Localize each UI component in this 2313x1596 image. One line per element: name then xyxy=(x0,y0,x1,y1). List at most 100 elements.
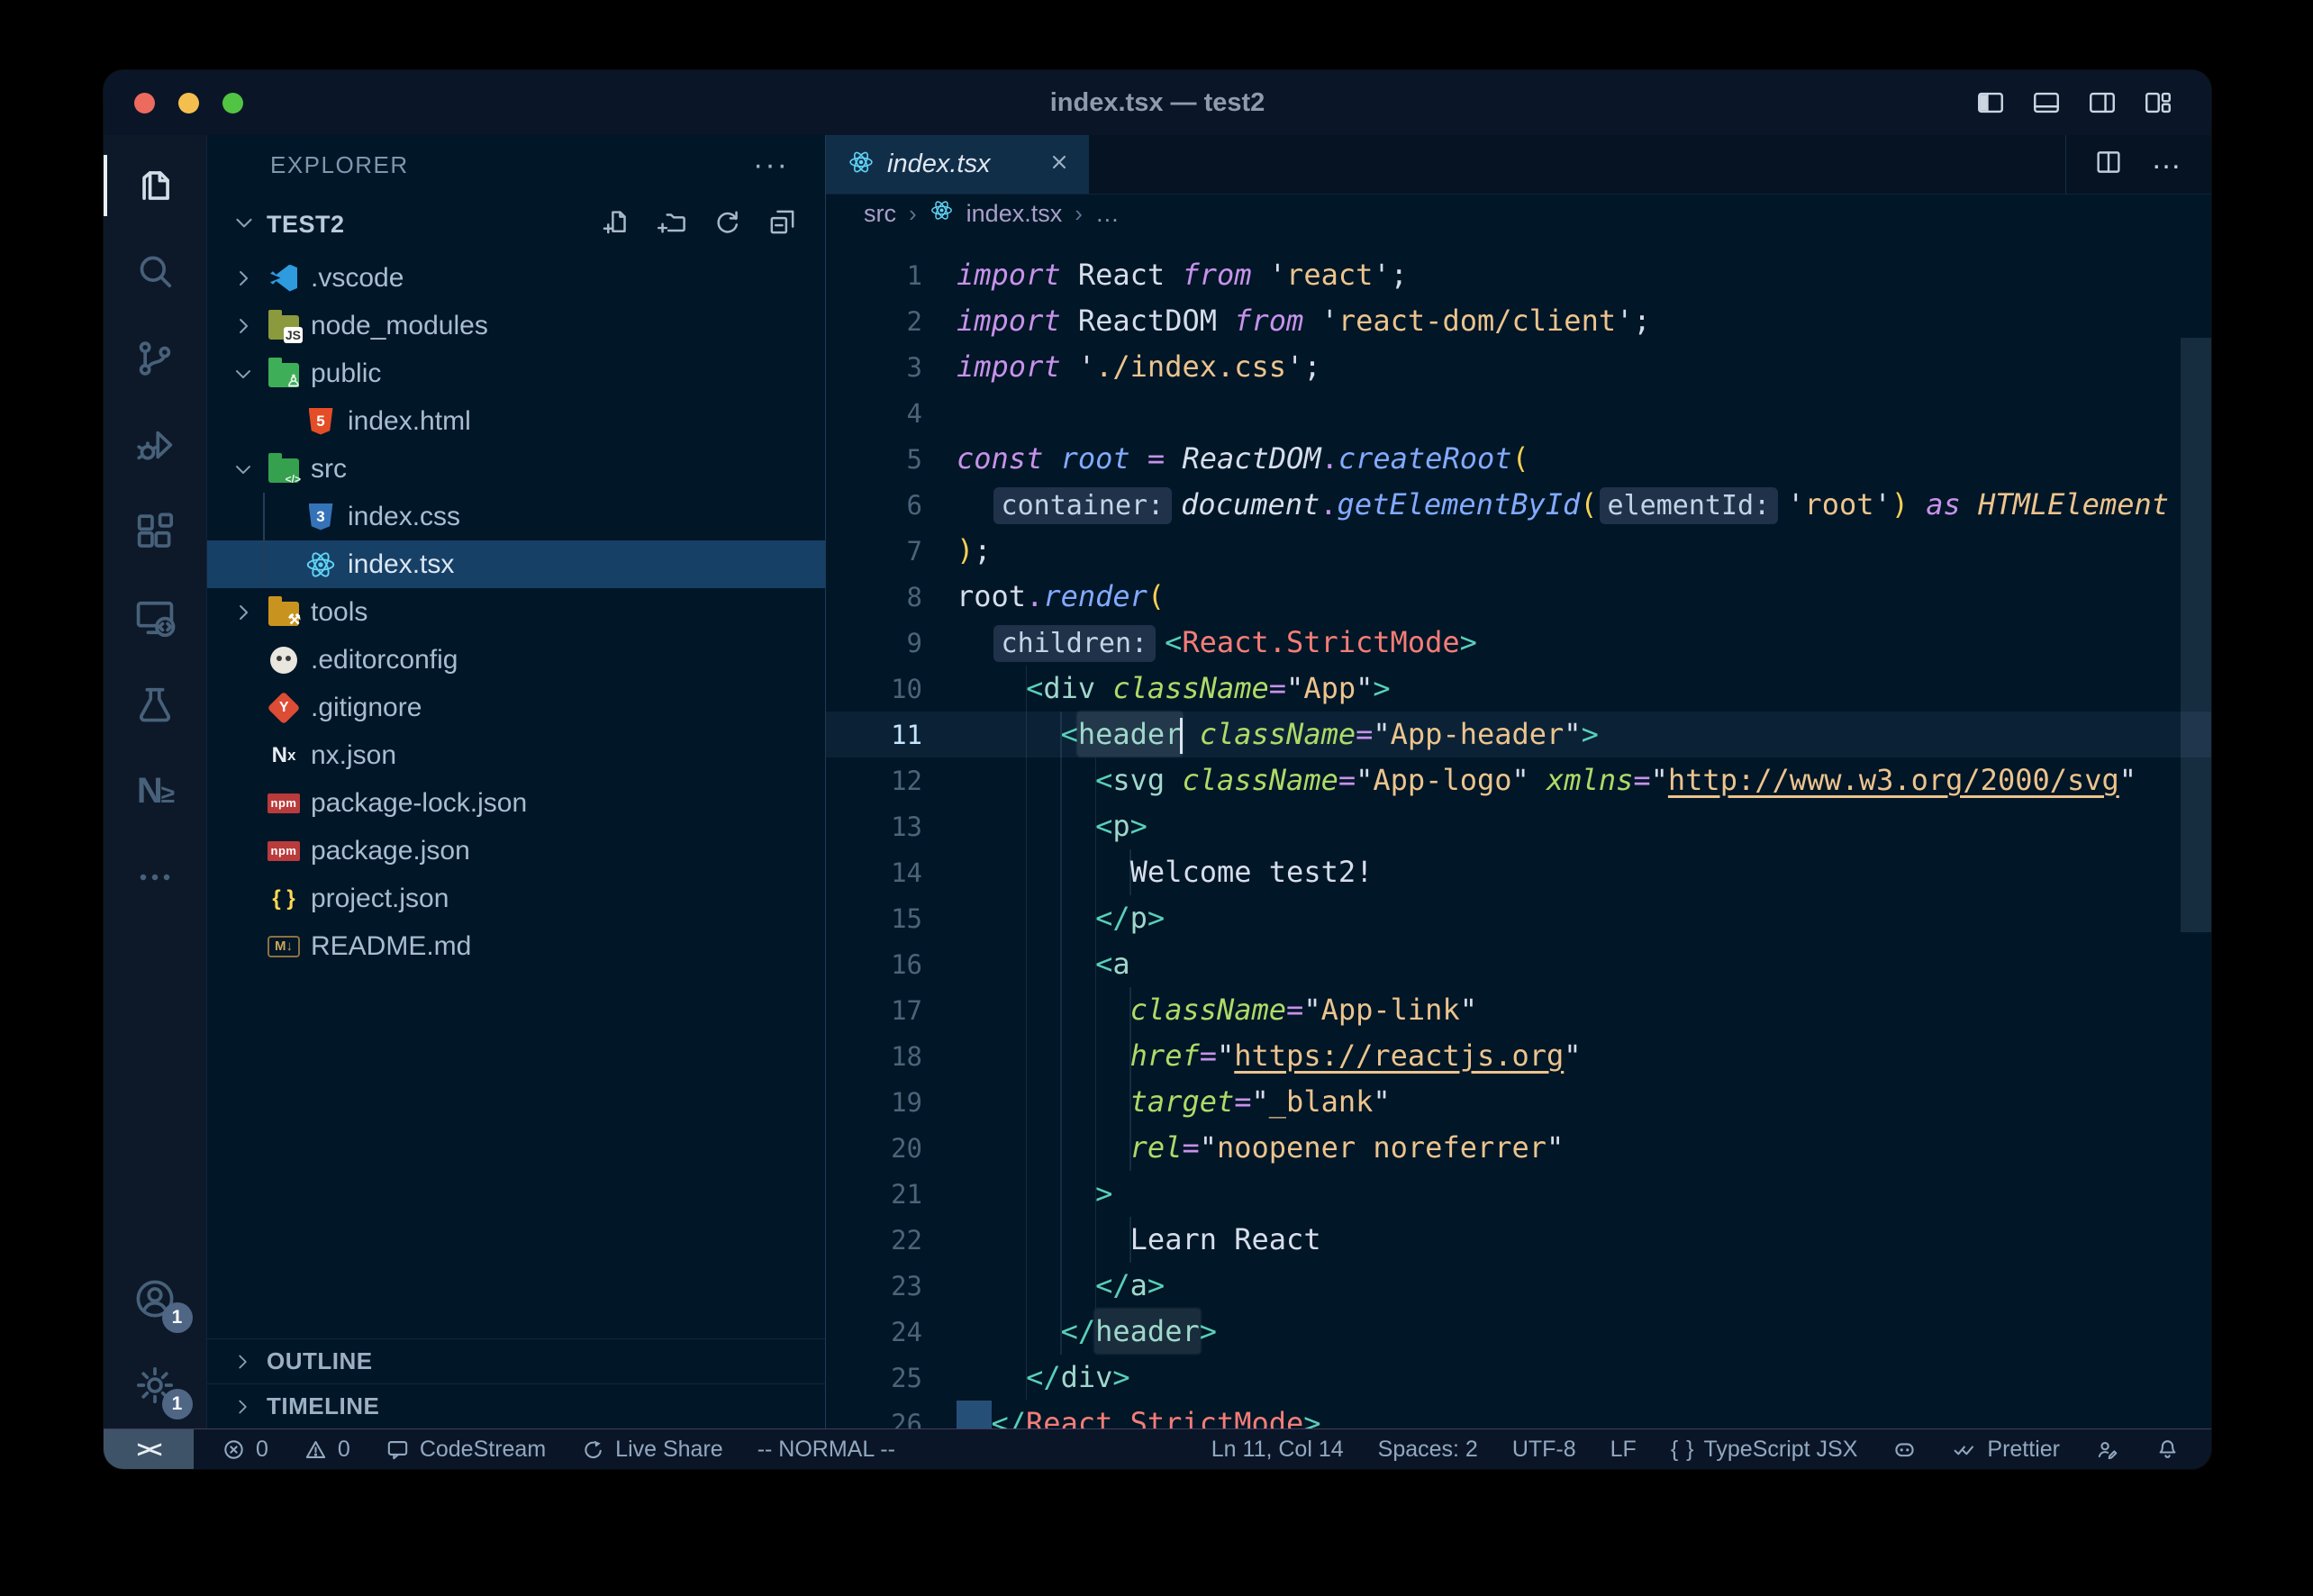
activity-accounts-icon[interactable]: 1 xyxy=(104,1256,207,1342)
line-number[interactable]: 7 xyxy=(826,536,957,567)
line-number[interactable]: 11 xyxy=(826,720,957,750)
close-tab-icon[interactable] xyxy=(1048,150,1071,178)
status-vim-mode[interactable]: -- NORMAL -- xyxy=(757,1437,895,1463)
line-number[interactable]: 18 xyxy=(826,1041,957,1072)
refresh-button[interactable] xyxy=(712,206,743,242)
activity-settings-icon[interactable]: 1 xyxy=(104,1342,207,1428)
status-eol[interactable]: LF xyxy=(1610,1437,1637,1463)
status-copilot[interactable] xyxy=(1891,1437,1918,1463)
status-warnings[interactable]: 0 xyxy=(303,1437,350,1463)
split-editor-icon[interactable] xyxy=(2093,147,2124,182)
tree-item-readme-md[interactable]: M↓README.md xyxy=(207,922,825,970)
line-number[interactable]: 6 xyxy=(826,490,957,521)
line-number[interactable]: 23 xyxy=(826,1271,957,1301)
line-number[interactable]: 17 xyxy=(826,995,957,1026)
more-actions-icon[interactable]: … xyxy=(2151,159,2184,171)
tree-item-index-html[interactable]: 5index.html xyxy=(207,397,825,445)
layout-sidebar-right-icon[interactable] xyxy=(2087,87,2118,118)
editor-scrollbar[interactable] xyxy=(2181,338,2211,932)
line-number[interactable]: 3 xyxy=(826,352,957,383)
activity-extensions-icon[interactable] xyxy=(104,488,207,575)
tree-item--vscode[interactable]: .vscode xyxy=(207,254,825,302)
close-window-button[interactable] xyxy=(134,93,155,113)
layout-sidebar-left-icon[interactable] xyxy=(1975,87,2006,118)
code-line-1[interactable]: 1import React from 'react'; xyxy=(826,252,2211,298)
tree-item-nx-json[interactable]: Nxnx.json xyxy=(207,731,825,779)
tree-item-package-lock-json[interactable]: npmpackage-lock.json xyxy=(207,779,825,827)
code-line-19[interactable]: 19 target="_blank" xyxy=(826,1079,2211,1125)
line-number[interactable]: 26 xyxy=(826,1409,957,1429)
code-line-13[interactable]: 13 <p> xyxy=(826,803,2211,849)
breadcrumb-item[interactable]: src xyxy=(864,200,896,228)
line-number[interactable]: 9 xyxy=(826,628,957,658)
breadcrumb-item[interactable]: … xyxy=(1095,200,1120,228)
workspace-section-header[interactable]: TEST2 xyxy=(207,195,825,254)
tree-item-index-css[interactable]: 3index.css xyxy=(207,493,825,540)
status-language-mode[interactable]: { }TypeScript JSX xyxy=(1671,1437,1858,1463)
tree-item-src[interactable]: </>src xyxy=(207,445,825,493)
activity-run-debug-icon[interactable] xyxy=(104,402,207,488)
line-number[interactable]: 1 xyxy=(826,260,957,291)
code-line-5[interactable]: 5const root = ReactDOM.createRoot( xyxy=(826,436,2211,482)
code-line-24[interactable]: 24 </header> xyxy=(826,1309,2211,1355)
collapse-button[interactable] xyxy=(766,206,798,242)
line-number[interactable]: 4 xyxy=(826,398,957,429)
line-number[interactable]: 19 xyxy=(826,1087,957,1118)
status-feedback[interactable] xyxy=(2094,1437,2120,1463)
line-number[interactable]: 20 xyxy=(826,1133,957,1164)
code-line-3[interactable]: 3import './index.css'; xyxy=(826,344,2211,390)
code-line-20[interactable]: 20 rel="noopener noreferrer" xyxy=(826,1125,2211,1171)
tree-item--gitignore[interactable]: Y.gitignore xyxy=(207,684,825,731)
tree-item-node-modules[interactable]: JSnode_modules xyxy=(207,302,825,349)
line-number[interactable]: 2 xyxy=(826,306,957,337)
code-line-17[interactable]: 17 className="App-link" xyxy=(826,987,2211,1033)
status-live-share[interactable]: Live Share xyxy=(580,1437,723,1463)
layout-panel-icon[interactable] xyxy=(2031,87,2062,118)
status-errors[interactable]: 0 xyxy=(221,1437,268,1463)
activity-explorer-icon[interactable] xyxy=(104,142,207,229)
status-cursor-position[interactable]: Ln 11, Col 14 xyxy=(1211,1437,1344,1463)
line-number[interactable]: 10 xyxy=(826,674,957,704)
code-line-6[interactable]: 6 container:document.getElementById(elem… xyxy=(826,482,2211,528)
code-line-26[interactable]: 26</React.StrictMode> xyxy=(826,1401,2211,1428)
minimize-window-button[interactable] xyxy=(178,93,199,113)
code-line-15[interactable]: 15 </p> xyxy=(826,895,2211,941)
new-folder-button[interactable] xyxy=(657,206,688,242)
code-line-4[interactable]: 4 xyxy=(826,390,2211,436)
activity-remote-explorer-icon[interactable] xyxy=(104,575,207,661)
line-number[interactable]: 12 xyxy=(826,766,957,796)
code-line-16[interactable]: 16 <a xyxy=(826,941,2211,987)
code-line-23[interactable]: 23 </a> xyxy=(826,1263,2211,1309)
breadcrumb-item[interactable]: index.tsx xyxy=(966,200,1063,228)
code-line-10[interactable]: 10 <div className="App"> xyxy=(826,666,2211,712)
tree-item-project-json[interactable]: { }project.json xyxy=(207,875,825,922)
code-line-21[interactable]: 21 > xyxy=(826,1171,2211,1217)
explorer-more-actions-icon[interactable]: ··· xyxy=(753,148,789,183)
line-number[interactable]: 8 xyxy=(826,582,957,612)
line-number[interactable]: 13 xyxy=(826,812,957,842)
code-line-12[interactable]: 12 <svg className="App-logo" xmlns="http… xyxy=(826,757,2211,803)
tree-item-package-json[interactable]: npmpackage.json xyxy=(207,827,825,875)
tree-item-public[interactable]: ♙public xyxy=(207,349,825,397)
code-line-25[interactable]: 25 </div> xyxy=(826,1355,2211,1401)
code-line-8[interactable]: 8root.render( xyxy=(826,574,2211,620)
activity-nx-console-icon[interactable]: N≥ xyxy=(104,748,207,834)
code-line-14[interactable]: 14 Welcome test2! xyxy=(826,849,2211,895)
panel-outline[interactable]: OUTLINE xyxy=(207,1338,825,1383)
activity-more-icon[interactable] xyxy=(104,834,207,920)
code-line-18[interactable]: 18 href="https://reactjs.org" xyxy=(826,1033,2211,1079)
code-line-2[interactable]: 2import ReactDOM from 'react-dom/client'… xyxy=(826,298,2211,344)
layout-grid-icon[interactable] xyxy=(2143,87,2173,118)
line-number[interactable]: 5 xyxy=(826,444,957,475)
code-line-9[interactable]: 9 children:<React.StrictMode> xyxy=(826,620,2211,666)
line-number[interactable]: 22 xyxy=(826,1225,957,1256)
code-line-11[interactable]: 11 <header className="App-header"> xyxy=(826,712,2211,757)
code-line-22[interactable]: 22 Learn React xyxy=(826,1217,2211,1263)
status-encoding[interactable]: UTF-8 xyxy=(1512,1437,1576,1463)
tab-index-tsx[interactable]: index.tsx xyxy=(826,135,1089,194)
line-number[interactable]: 16 xyxy=(826,949,957,980)
remote-indicator[interactable]: >< xyxy=(104,1429,194,1469)
status-notifications[interactable] xyxy=(2154,1437,2181,1463)
activity-source-control-icon[interactable] xyxy=(104,315,207,402)
status-indentation[interactable]: Spaces: 2 xyxy=(1378,1437,1478,1463)
